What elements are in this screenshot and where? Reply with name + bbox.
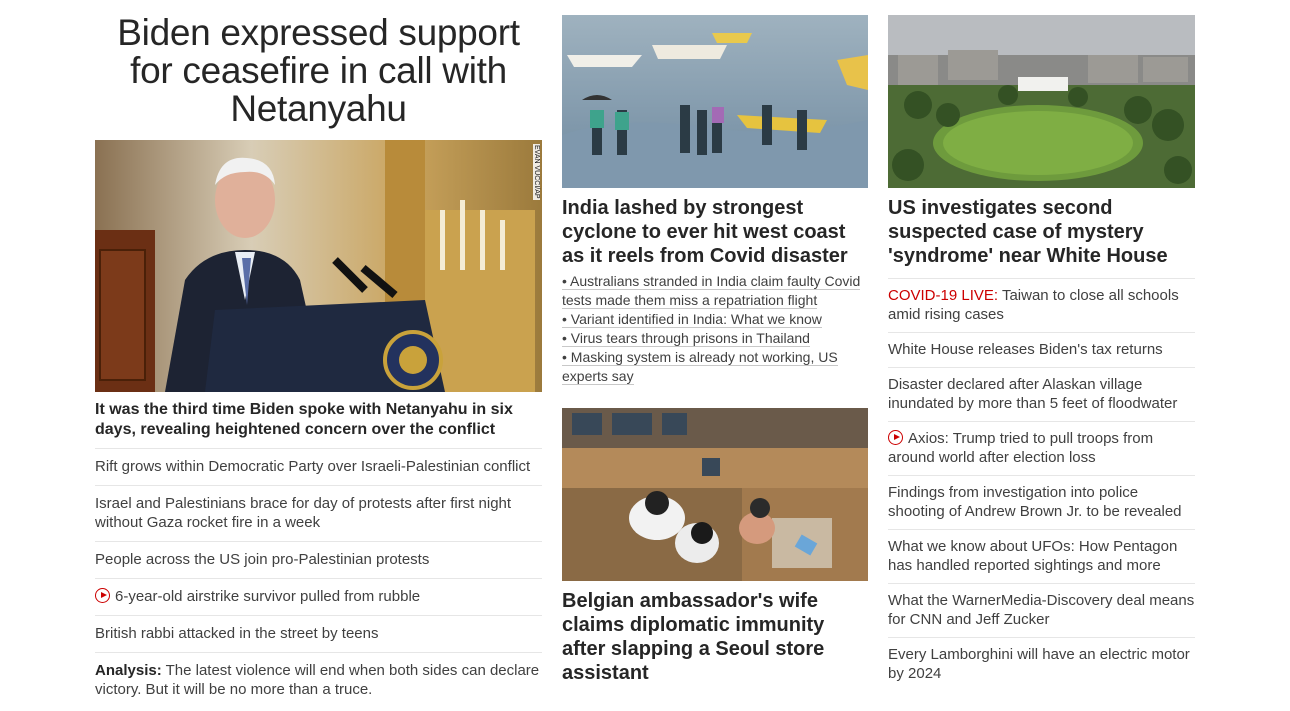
right-headline-list: COVID-19 LIVE: Taiwan to close all schoo…: [888, 278, 1195, 691]
list-item[interactable]: White House releases Biden's tax returns: [888, 332, 1195, 367]
list-item-video[interactable]: Axios: Trump tried to pull troops from a…: [888, 421, 1195, 475]
seoul-store-cctv-image[interactable]: [562, 408, 868, 581]
list-item-analysis[interactable]: Analysis: The latest violence will end w…: [95, 652, 542, 708]
list-item-text[interactable]: 6-year-old airstrike survivor pulled fro…: [115, 588, 420, 605]
list-item-text[interactable]: Axios: Trump tried to pull troops from a…: [888, 430, 1153, 466]
list-item-text[interactable]: Disaster declared after Alaskan village …: [888, 376, 1177, 412]
list-item-text[interactable]: British rabbi attacked in the street by …: [95, 625, 378, 642]
list-item[interactable]: What the WarnerMedia-Discovery deal mean…: [888, 583, 1195, 637]
white-house-aerial-image[interactable]: [888, 15, 1195, 188]
second-story: Belgian ambassador's wife claims diploma…: [562, 408, 868, 685]
middle-column: India lashed by strongest cyclone to eve…: [562, 0, 868, 684]
list-item-text[interactable]: People across the US join pro-Palestinia…: [95, 551, 429, 568]
list-item[interactable]: Every Lamborghini will have an electric …: [888, 637, 1195, 691]
list-item[interactable]: British rabbi attacked in the street by …: [95, 615, 542, 652]
bullet-link[interactable]: • Australians stranded in India claim fa…: [562, 272, 868, 310]
list-item-text[interactable]: What we know about UFOs: How Pentagon ha…: [888, 538, 1177, 574]
list-item[interactable]: What we know about UFOs: How Pentagon ha…: [888, 529, 1195, 583]
live-label: COVID-19 LIVE:: [888, 287, 999, 304]
bullet-link[interactable]: • Virus tears through prisons in Thailan…: [562, 329, 868, 348]
cyclone-image[interactable]: [562, 15, 868, 188]
lead-image-biden-podium[interactable]: EVAN VUCCI/AP: [95, 140, 542, 392]
list-item-text[interactable]: White House releases Biden's tax returns: [888, 341, 1163, 358]
list-item-text[interactable]: Findings from investigation into police …: [888, 484, 1182, 520]
list-item[interactable]: Rift grows within Democratic Party over …: [95, 448, 542, 485]
list-item-text[interactable]: Rift grows within Democratic Party over …: [95, 458, 530, 475]
right-column: US investigates second suspected case of…: [888, 0, 1195, 691]
seoul-headline[interactable]: Belgian ambassador's wife claims diploma…: [562, 589, 868, 685]
bullet-link[interactable]: • Variant identified in India: What we k…: [562, 310, 868, 329]
image-credit: EVAN VUCCI/AP: [533, 144, 540, 200]
list-item-text[interactable]: Israel and Palestinians brace for day of…: [95, 495, 511, 531]
white-house-headline[interactable]: US investigates second suspected case of…: [888, 196, 1195, 268]
lead-headline[interactable]: Biden expressed support for ceasefire in…: [95, 14, 542, 128]
list-item[interactable]: Disaster declared after Alaskan village …: [888, 367, 1195, 421]
play-icon: [95, 588, 110, 603]
cyclone-related-links: • Australians stranded in India claim fa…: [562, 272, 868, 386]
cyclone-headline[interactable]: India lashed by strongest cyclone to eve…: [562, 196, 868, 268]
list-item[interactable]: Findings from investigation into police …: [888, 475, 1195, 529]
analysis-label: Analysis:: [95, 662, 162, 679]
lead-story-column: Biden expressed support for ceasefire in…: [95, 0, 542, 708]
list-item-video[interactable]: 6-year-old airstrike survivor pulled fro…: [95, 578, 542, 615]
list-item-text[interactable]: The latest violence will end when both s…: [95, 662, 539, 698]
list-item-live[interactable]: COVID-19 LIVE: Taiwan to close all schoo…: [888, 278, 1195, 332]
list-item-text[interactable]: What the WarnerMedia-Discovery deal mean…: [888, 592, 1194, 628]
lead-caption[interactable]: It was the third time Biden spoke with N…: [95, 400, 542, 448]
list-item[interactable]: Israel and Palestinians brace for day of…: [95, 485, 542, 541]
play-icon: [888, 430, 903, 445]
bullet-link[interactable]: • Masking system is already not working,…: [562, 348, 868, 386]
list-item-text[interactable]: Every Lamborghini will have an electric …: [888, 646, 1190, 682]
list-item[interactable]: People across the US join pro-Palestinia…: [95, 541, 542, 578]
